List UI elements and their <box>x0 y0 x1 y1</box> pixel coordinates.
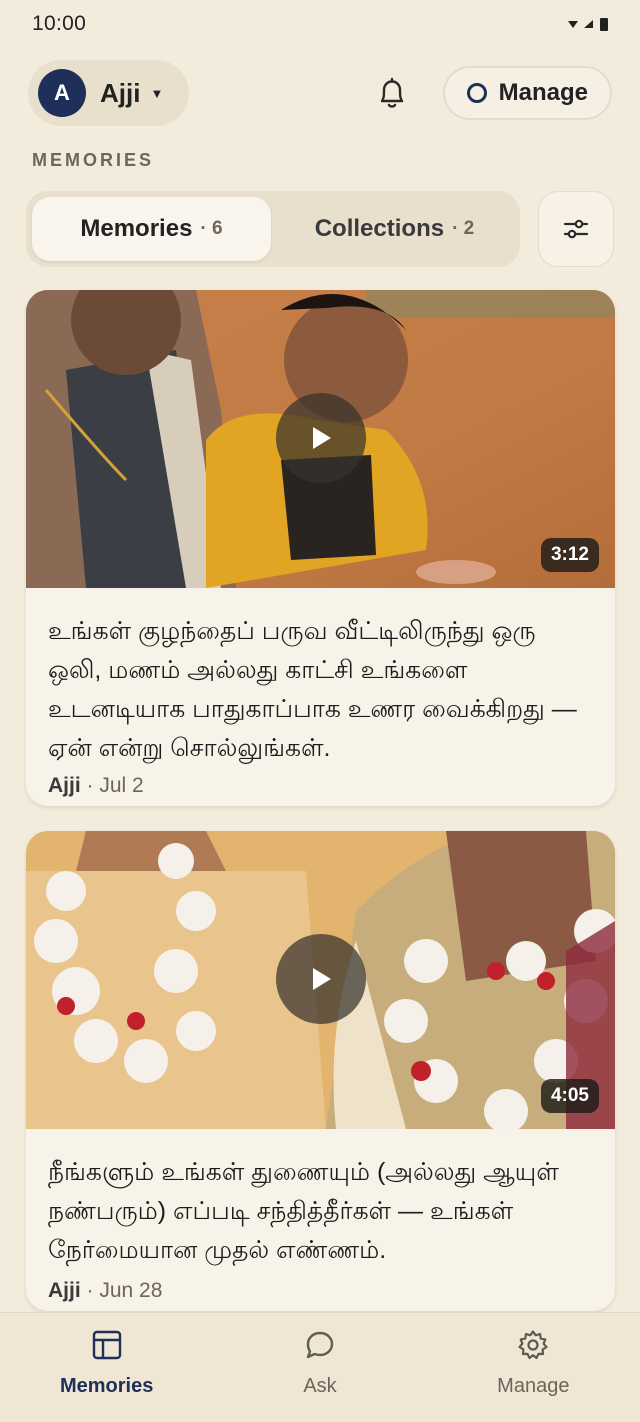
play-icon <box>312 427 331 449</box>
battery-icon <box>600 18 608 31</box>
memory-meta: Ajji · Jul 2 <box>48 774 144 798</box>
section-label: MEMORIES <box>32 150 155 170</box>
tab-label: Memories <box>80 215 193 242</box>
play-icon <box>312 968 331 990</box>
sliders-icon <box>563 219 589 239</box>
play-button[interactable] <box>275 393 366 483</box>
nav-label: Memories <box>59 1375 154 1397</box>
memory-card[interactable]: 3:12 உங்கள் குழந்தைப் பருவ வீட்டிலிருந்த… <box>26 290 615 806</box>
video-thumbnail[interactable]: 4:05 <box>26 831 615 1129</box>
video-thumbnail[interactable]: 3:12 <box>26 290 615 588</box>
play-button[interactable] <box>275 934 366 1024</box>
layout-icon <box>92 1330 121 1360</box>
tab-collections[interactable]: Collections · 2 <box>275 197 514 261</box>
notifications-button[interactable] <box>375 75 409 111</box>
tab-count: · 2 <box>452 218 475 239</box>
video-duration: 4:05 <box>540 1079 599 1113</box>
chat-bubble-icon <box>306 1331 334 1359</box>
wifi-icon <box>568 21 578 28</box>
tab-label: Collections <box>314 215 445 242</box>
nav-label: Manage <box>497 1375 570 1397</box>
memory-prompt: நீங்களும் உங்கள் துணையும் (அல்லது ஆயுள் … <box>48 1158 559 1264</box>
video-duration: 3:12 <box>540 538 599 572</box>
profile-name: Ajji <box>100 77 141 108</box>
bottom-navigation: Memories Ask Manage <box>0 1312 640 1422</box>
memory-meta: Ajji · Jun 28 <box>48 1279 162 1303</box>
memory-date: · Jul 2 <box>86 774 144 797</box>
status-time: 10:00 <box>32 12 87 35</box>
memory-date: · Jun 28 <box>86 1279 163 1302</box>
app-header: A Ajji ▼ Manage <box>28 60 612 126</box>
tab-memories[interactable]: Memories · 6 <box>32 197 271 261</box>
memory-card[interactable]: 4:05 நீங்களும் உங்கள் துணையும் (அல்லது ஆ… <box>26 831 615 1311</box>
nav-label: Ask <box>303 1375 337 1397</box>
signal-icon <box>584 20 593 28</box>
memory-author: Ajji <box>48 774 81 797</box>
manage-button-label: Manage <box>498 79 588 106</box>
profile-switcher[interactable]: A Ajji ▼ <box>28 60 190 126</box>
segmented-tabs: Memories · 6 Collections · 2 <box>26 191 520 267</box>
gear-icon <box>518 1330 548 1360</box>
memory-author: Ajji <box>48 1279 81 1302</box>
bell-icon <box>380 77 403 108</box>
status-bar: 10:00 <box>0 0 640 48</box>
nav-manage[interactable]: Manage <box>427 1313 640 1422</box>
tab-count: · 6 <box>200 218 223 239</box>
nav-ask[interactable]: Ask <box>213 1313 426 1422</box>
nav-memories[interactable]: Memories <box>0 1313 213 1422</box>
manage-button[interactable]: Manage <box>442 66 612 120</box>
filter-button[interactable] <box>538 191 614 267</box>
circle-icon <box>466 83 487 103</box>
caret-down-icon: ▼ <box>150 85 164 101</box>
avatar: A <box>38 69 86 117</box>
status-icons <box>568 17 608 31</box>
memory-prompt: உங்கள் குழந்தைப் பருவ வீட்டிலிருந்து ஒரு… <box>48 617 577 762</box>
header-actions: Manage <box>375 66 612 120</box>
